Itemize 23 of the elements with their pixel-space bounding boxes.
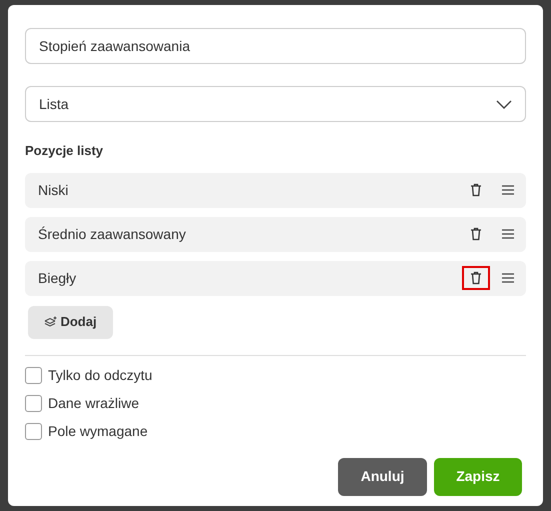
drag-handle-icon[interactable] bbox=[502, 185, 514, 195]
checkbox-label: Tylko do odczytu bbox=[48, 366, 152, 385]
type-select[interactable]: Lista bbox=[25, 86, 526, 122]
checkbox[interactable] bbox=[25, 395, 42, 412]
delete-button[interactable] bbox=[462, 266, 490, 290]
list-item[interactable]: Biegły bbox=[25, 260, 526, 296]
checkbox[interactable] bbox=[25, 423, 42, 440]
checkbox[interactable] bbox=[25, 367, 42, 384]
layers-plus-icon bbox=[44, 316, 58, 328]
trash-icon bbox=[470, 271, 482, 285]
chevron-down-icon bbox=[496, 100, 512, 108]
checkbox-label: Pole wymagane bbox=[48, 422, 148, 441]
list-item[interactable]: Niski bbox=[25, 172, 526, 208]
list-heading: Pozycje listy bbox=[25, 142, 104, 160]
add-button[interactable]: Dodaj bbox=[28, 306, 113, 338]
drag-handle-icon[interactable] bbox=[502, 229, 514, 239]
checkbox-label: Dane wrażliwe bbox=[48, 394, 140, 413]
drag-handle-icon[interactable] bbox=[502, 273, 514, 283]
cancel-button[interactable]: Anuluj bbox=[338, 458, 427, 496]
trash-icon bbox=[470, 227, 482, 241]
list-item[interactable]: Średnio zaawansowany bbox=[25, 216, 526, 252]
trash-icon bbox=[470, 183, 482, 197]
name-field[interactable]: Stopień zaawansowania bbox=[25, 28, 526, 64]
